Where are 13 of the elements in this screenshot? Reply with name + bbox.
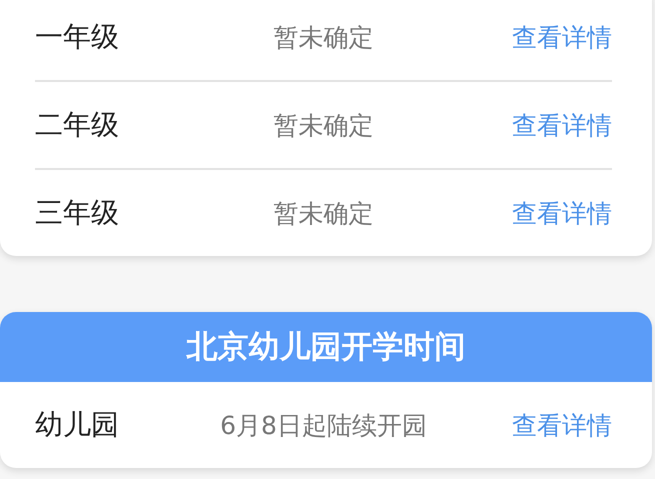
status-text: 暂未确定 (274, 22, 374, 54)
row-label: 一年级 (35, 19, 119, 55)
status-text: 暂未确定 (274, 198, 374, 230)
details-link[interactable]: 查看详情 (512, 108, 612, 142)
status-text: 6月8日起陆续开园 (220, 410, 427, 442)
details-link[interactable]: 查看详情 (512, 196, 612, 230)
details-link[interactable]: 查看详情 (512, 20, 612, 54)
card-title: 北京幼儿园开学时间 (186, 328, 466, 367)
row-label: 二年级 (35, 107, 119, 143)
row-label: 幼儿园 (35, 407, 119, 443)
status-text: 暂未确定 (274, 110, 374, 142)
details-link[interactable]: 查看详情 (512, 408, 612, 442)
row-label: 三年级 (35, 195, 119, 231)
